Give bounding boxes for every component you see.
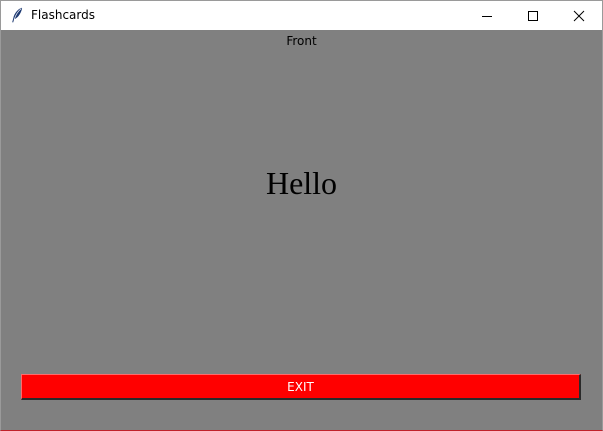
flashcard-area: Front Hello EXIT xyxy=(1,30,602,430)
flashcards-window: Flashcards Front Hello EXIT xyxy=(0,0,603,431)
maximize-button[interactable] xyxy=(510,1,556,30)
card-word[interactable]: Hello xyxy=(1,163,602,203)
minimize-icon xyxy=(481,10,493,22)
maximize-icon xyxy=(527,10,539,22)
minimize-button[interactable] xyxy=(464,1,510,30)
close-icon xyxy=(573,10,585,22)
window-title: Flashcards xyxy=(31,8,95,22)
close-button[interactable] xyxy=(556,1,602,30)
title-bar[interactable]: Flashcards xyxy=(1,1,602,30)
card-side-label: Front xyxy=(286,34,317,48)
feather-icon xyxy=(10,7,24,23)
exit-button[interactable]: EXIT xyxy=(21,374,581,400)
